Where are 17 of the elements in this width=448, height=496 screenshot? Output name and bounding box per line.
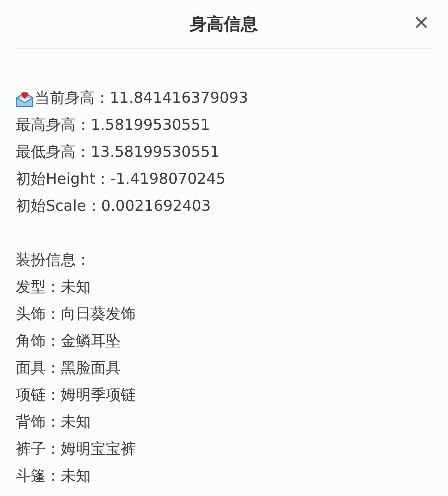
dialog-title: 身高信息 <box>190 14 258 36</box>
outfit-info-text: 裤子：姆明宝宝裤 <box>16 440 136 459</box>
height-info-text: 最高身高：1.58199530551 <box>16 116 210 135</box>
outfit-info-text: 面具：黑脸面具 <box>16 359 121 378</box>
outfit-info-text: 角饰：金鳞耳坠 <box>16 332 121 351</box>
outfit-heading: 装扮信息： <box>16 251 91 270</box>
height-info-text: 初始Height：-1.4198070245 <box>16 170 226 189</box>
height-info-text: 初始Scale：0.0021692403 <box>16 197 212 216</box>
close-button[interactable]: × <box>409 10 434 34</box>
height-info-text: 最低身高：13.58199530551 <box>16 143 220 162</box>
outfit-info-text: 项链：姆明季项链 <box>16 386 136 405</box>
envelope-heart-icon <box>16 90 34 108</box>
outfit-info-text: 头饰：向日葵发饰 <box>16 305 136 324</box>
outfit-info-text: 背饰：未知 <box>16 413 91 432</box>
outfit-info-text: 发型：未知 <box>16 278 91 297</box>
outfit-info-text: 斗篷：未知 <box>16 467 91 486</box>
height-info-text: 当前身高：11.841416379093 <box>35 89 248 108</box>
